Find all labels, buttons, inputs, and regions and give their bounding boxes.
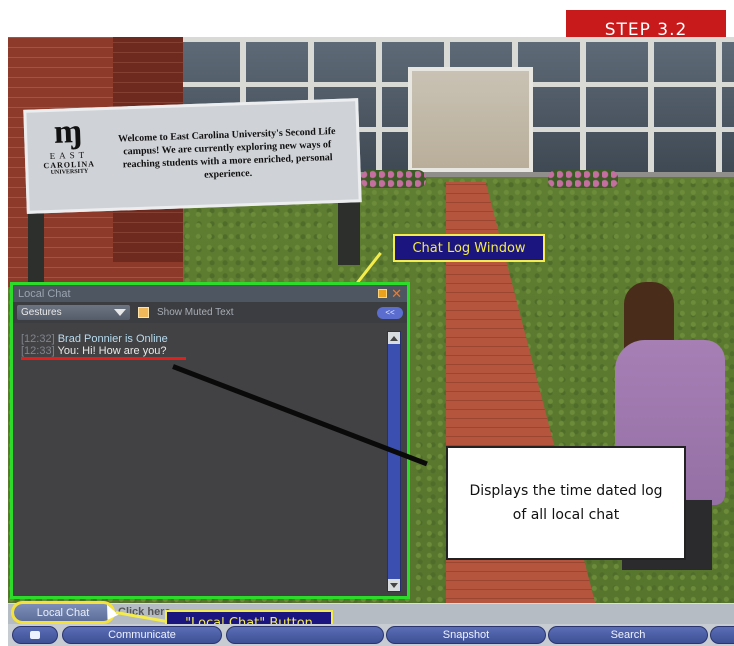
bottom-toolbar: Communicate Snapshot Search bbox=[8, 624, 734, 646]
flower-bed bbox=[361, 170, 426, 188]
chevron-down-icon bbox=[114, 309, 126, 316]
show-muted-checkbox[interactable] bbox=[138, 307, 149, 318]
building-entrance bbox=[408, 67, 533, 172]
communicate-button[interactable]: Communicate bbox=[62, 626, 222, 644]
collapse-toggle-button[interactable]: << bbox=[377, 306, 403, 319]
close-icon[interactable]: ✕ bbox=[391, 287, 402, 300]
chat-window-title: Local Chat bbox=[18, 287, 71, 300]
flower-bed bbox=[548, 170, 618, 188]
gestures-label: Gestures bbox=[21, 307, 62, 318]
callout-chat-log-window: Chat Log Window bbox=[393, 234, 545, 262]
chat-message: Brad Ponnier is Online bbox=[57, 333, 168, 345]
local-chat-window[interactable]: Local Chat ✕ Gestures Show Muted Text <<… bbox=[10, 282, 410, 599]
scroll-down-icon[interactable] bbox=[388, 579, 400, 591]
chat-titlebar[interactable]: Local Chat ✕ bbox=[13, 285, 407, 302]
chat-message: You: Hi! How are you? bbox=[57, 345, 167, 357]
chat-bubble-button[interactable] bbox=[12, 626, 58, 644]
chat-log: [12:32] Brad Ponnier is Online [12:33] Y… bbox=[21, 333, 381, 357]
gestures-dropdown[interactable]: Gestures bbox=[17, 305, 130, 320]
chat-timestamp: [12:32] bbox=[21, 333, 55, 345]
chat-log-area[interactable]: [12:32] Brad Ponnier is Online [12:33] Y… bbox=[13, 323, 407, 596]
chat-toolbar: Gestures Show Muted Text << bbox=[13, 302, 407, 323]
welcome-sign[interactable]: ɱ EAST CAROLINA UNIVERSITY Welcome to Ea… bbox=[23, 98, 362, 214]
red-underline-annotation bbox=[21, 357, 186, 360]
chat-timestamp: [12:33] bbox=[21, 345, 55, 357]
ecu-logo: ɱ EAST CAROLINA UNIVERSITY bbox=[36, 113, 101, 207]
chat-line: [12:33] You: Hi! How are you? bbox=[21, 345, 381, 357]
scroll-up-icon[interactable] bbox=[388, 332, 400, 344]
toolbar-button-more[interactable] bbox=[710, 626, 734, 644]
chat-scrollbar[interactable] bbox=[387, 331, 401, 592]
logo-university: UNIVERSITY bbox=[50, 168, 89, 176]
show-muted-label: Show Muted Text bbox=[157, 307, 234, 318]
search-button[interactable]: Search bbox=[548, 626, 708, 644]
ecu-logo-mark-icon: ɱ bbox=[53, 112, 83, 151]
sign-text: Welcome to East Carolina University's Se… bbox=[117, 125, 336, 181]
info-text: Displays the time dated log of all local… bbox=[469, 483, 663, 523]
minimize-icon[interactable] bbox=[378, 289, 388, 298]
chat-bubble-icon bbox=[30, 631, 40, 639]
info-annotation-box: Displays the time dated log of all local… bbox=[446, 446, 686, 560]
toolbar-button-hidden[interactable] bbox=[226, 626, 384, 644]
chat-line: [12:32] Brad Ponnier is Online bbox=[21, 333, 381, 345]
snapshot-button[interactable]: Snapshot bbox=[386, 626, 546, 644]
local-chat-button[interactable]: Local Chat bbox=[11, 601, 115, 624]
